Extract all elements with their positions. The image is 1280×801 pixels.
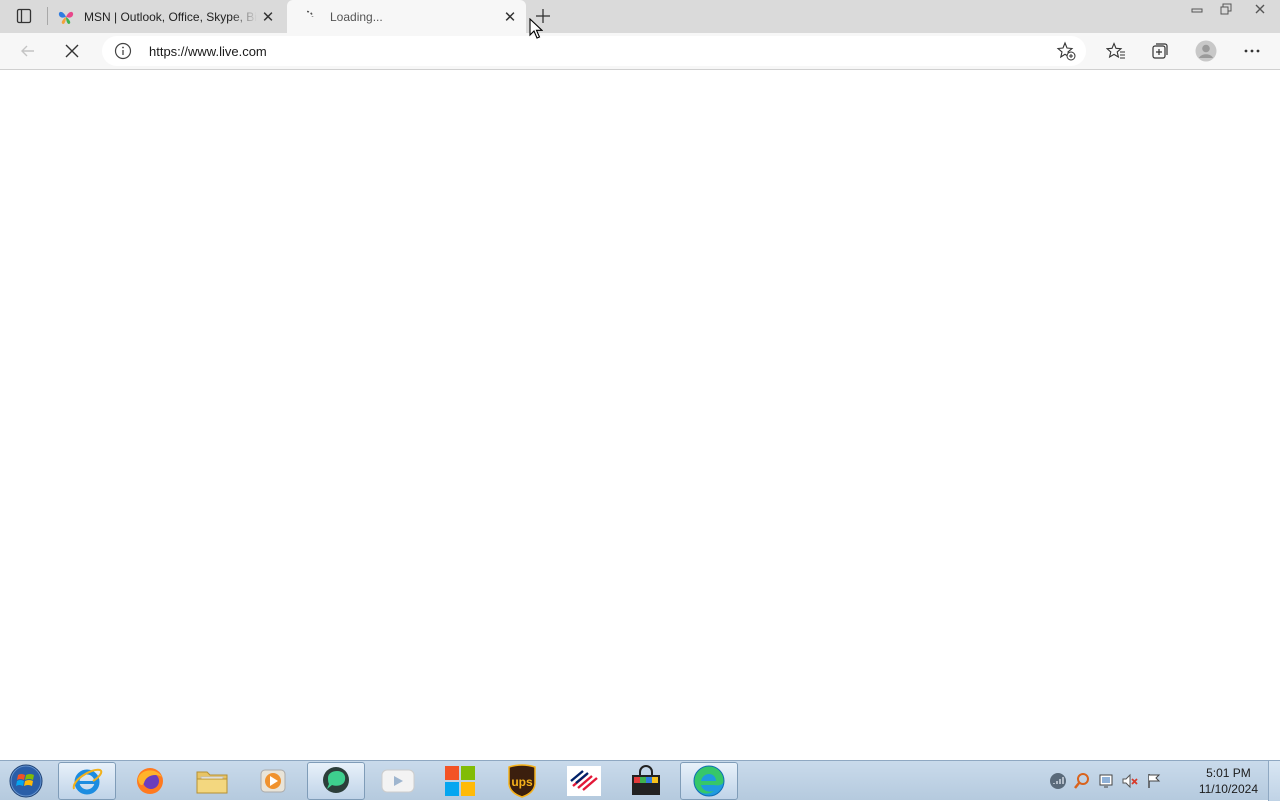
windows-start-orb-icon: [9, 764, 43, 798]
youtube-play-icon: [381, 769, 415, 793]
tab-strip: MSN | Outlook, Office, Skype, Bing ✕ Loa…: [0, 0, 1280, 33]
firefox-icon: [137, 768, 163, 794]
network-signal-icon[interactable]: [1047, 770, 1069, 792]
address-bar[interactable]: [102, 36, 1086, 66]
chat-bubble-icon: [323, 767, 349, 793]
tab-title: MSN | Outlook, Office, Skype, Bing: [84, 9, 257, 24]
taskbar-file-explorer[interactable]: [183, 762, 241, 800]
tab-close-button[interactable]: ✕: [257, 6, 279, 28]
close-icon: [1255, 4, 1265, 14]
taskbar-ups[interactable]: ups: [493, 762, 551, 800]
internet-explorer-icon: [72, 768, 103, 795]
add-favorite-icon[interactable]: [1056, 41, 1076, 61]
microsoft-logo-icon: [445, 766, 475, 796]
tab-actions-button[interactable]: [8, 4, 40, 28]
info-icon[interactable]: [114, 42, 132, 60]
clock-time: 5:01 PM: [1206, 766, 1251, 780]
stop-icon: [65, 44, 79, 58]
taskbar-bank-of-america[interactable]: [555, 762, 613, 800]
back-button[interactable]: [12, 36, 44, 66]
msn-butterfly-icon: [57, 8, 75, 26]
ups-shield-icon: ups: [508, 764, 536, 798]
mouse-cursor-icon: [529, 18, 543, 39]
svg-text:ups: ups: [511, 775, 533, 789]
loading-spinner-icon: [298, 8, 316, 26]
minimize-button[interactable]: [1182, 0, 1211, 18]
url-input[interactable]: [149, 44, 749, 59]
flag-notification-icon[interactable]: [1143, 770, 1165, 792]
media-player-icon: [260, 769, 286, 793]
browser-toolbar: [0, 33, 1280, 70]
taskbar-edge[interactable]: [680, 762, 738, 800]
close-window-button[interactable]: [1240, 0, 1280, 18]
taskbar-chat-app[interactable]: [307, 762, 365, 800]
minimize-icon: [1191, 8, 1202, 13]
tab-loading[interactable]: Loading... ✕: [287, 0, 526, 33]
more-dots-icon: [1244, 49, 1260, 53]
shopping-bag-icon: [632, 765, 660, 795]
bank-flag-icon: [567, 766, 601, 796]
tab-separator: [47, 7, 48, 25]
restore-icon: [1220, 3, 1231, 15]
avatar-icon: [1195, 40, 1217, 62]
tab-title: Loading...: [330, 9, 383, 24]
clock-date: 11/10/2024: [1198, 782, 1258, 796]
taskbar-shopping-bag[interactable]: [617, 762, 675, 800]
start-button[interactable]: [6, 762, 46, 800]
folder-icon: [196, 771, 228, 794]
edge-icon: [693, 765, 725, 797]
window-caption-buttons: [1182, 0, 1280, 20]
taskbar-microsoft-store[interactable]: [431, 762, 489, 800]
taskbar-clock[interactable]: 5:01 PM 11/10/2024: [1199, 765, 1258, 797]
favorites-star-icon: [1106, 42, 1125, 59]
tab-actions-icon: [16, 8, 32, 24]
tab-msn[interactable]: MSN | Outlook, Office, Skype, Bing ✕: [50, 0, 284, 33]
taskbar-youtube[interactable]: [369, 762, 427, 800]
restore-button[interactable]: [1211, 0, 1240, 18]
action-center-icon[interactable]: [1095, 770, 1117, 792]
search-tool-icon[interactable]: [1071, 770, 1093, 792]
profile-button[interactable]: [1190, 36, 1222, 66]
volume-muted-icon[interactable]: [1119, 770, 1141, 792]
tab-close-button[interactable]: ✕: [499, 6, 521, 28]
settings-more-button[interactable]: [1236, 36, 1268, 66]
taskbar-internet-explorer[interactable]: [58, 762, 116, 800]
collections-button[interactable]: [1144, 36, 1176, 66]
taskbar-firefox[interactable]: [121, 762, 179, 800]
page-content: [0, 71, 1280, 760]
system-tray: [1046, 761, 1166, 801]
back-arrow-icon: [21, 45, 34, 57]
collections-icon: [1152, 43, 1168, 59]
windows-taskbar: ups 5:01 PM 11/10/2024: [0, 760, 1280, 801]
stop-loading-button[interactable]: [56, 36, 88, 66]
show-desktop-button[interactable]: [1268, 761, 1280, 801]
taskbar-media-player[interactable]: [244, 762, 302, 800]
favorites-button[interactable]: [1100, 36, 1132, 66]
